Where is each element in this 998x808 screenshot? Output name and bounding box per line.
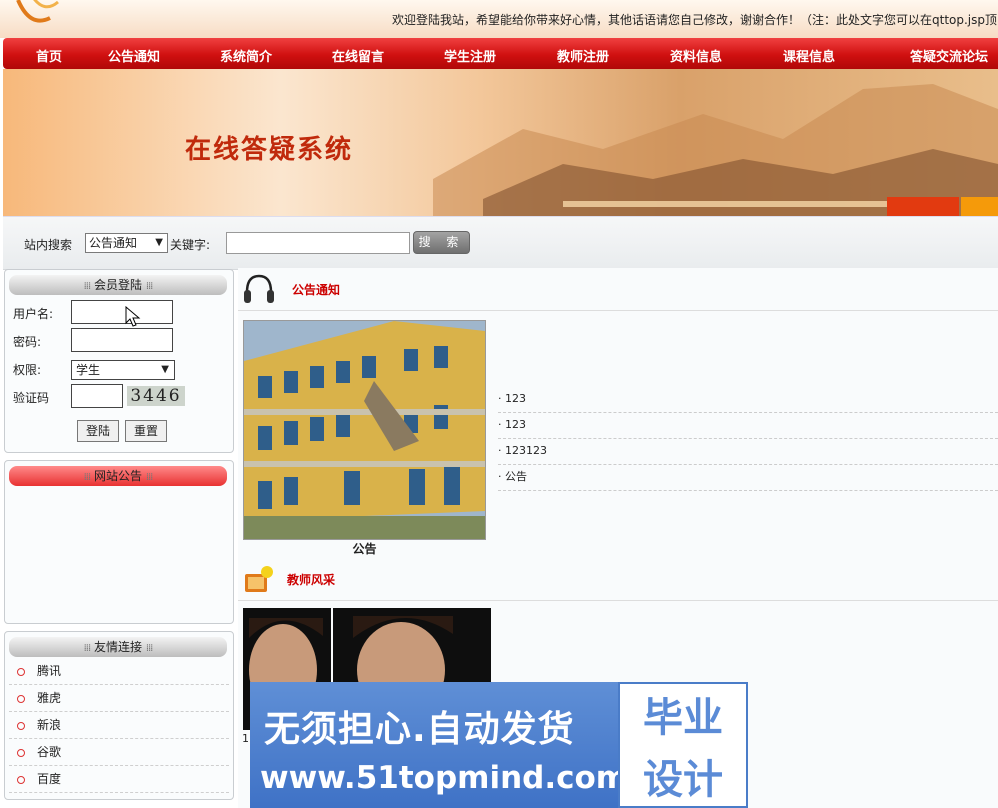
bullet-icon	[17, 694, 25, 703]
role-select-value: 学生	[76, 363, 101, 377]
mouse-cursor-icon	[125, 306, 141, 327]
announcements-panel: ⁞⁞⁞ 网站公告 ⁞⁞⁞	[4, 460, 234, 624]
site-title: 在线答疑系统	[185, 135, 354, 165]
grip-icon: ⁞⁞⁞	[145, 281, 153, 292]
news-item[interactable]: · 123	[498, 412, 998, 439]
news-item[interactable]: · 123123	[498, 438, 998, 465]
password-label: 密码:	[13, 335, 42, 349]
link-label: 雅虎	[37, 691, 62, 705]
search-bar: 站内搜索 公告通知 ▼ 关键字: 搜 索	[3, 216, 998, 270]
watermark-slogan: 无须担心.自动发货	[264, 709, 575, 750]
bullet-icon	[17, 667, 25, 676]
banner: 在线答疑系统	[3, 69, 998, 216]
nav-forum[interactable]: 答疑交流论坛	[910, 46, 988, 65]
news-item[interactable]: · 123	[498, 386, 998, 413]
teachers-title: 教师风采	[287, 573, 336, 587]
login-panel-header: ⁞⁞⁞ 会员登陆 ⁞⁞⁞	[9, 275, 227, 295]
nav-home[interactable]: 首页	[36, 46, 62, 65]
headphones-icon	[244, 274, 274, 303]
login-button[interactable]: 登陆	[77, 420, 119, 442]
link-item[interactable]: 新浪	[9, 712, 229, 739]
link-item[interactable]: 百度	[9, 766, 229, 793]
link-item[interactable]: 谷歌	[9, 739, 229, 766]
welcome-message: 欢迎登陆我站，希望能给你带来好心情，其他话语请您自己修改，谢谢合作！（注：此处文…	[392, 13, 998, 27]
keyword-input[interactable]	[226, 232, 410, 254]
watermark-badge-line1: 毕业	[643, 695, 723, 741]
grip-icon: ⁞⁞⁞	[83, 643, 91, 654]
username-label: 用户名:	[13, 307, 54, 321]
news-item[interactable]: · 公告	[498, 464, 998, 491]
link-label: 百度	[37, 772, 62, 786]
watermark-url: www.51topmind.com	[260, 760, 629, 796]
search-category-value: 公告通知	[89, 236, 138, 250]
role-label: 权限:	[13, 363, 42, 377]
link-label: 腾讯	[37, 664, 62, 678]
watermark-banner: 无须担心.自动发货 www.51topmind.com 毕业 设计	[250, 682, 748, 808]
notice-photo[interactable]	[243, 320, 486, 540]
logo-icon	[16, 0, 59, 23]
role-select[interactable]: 学生 ▼	[71, 360, 175, 380]
teacher-caption: 1	[242, 732, 249, 745]
grip-icon: ⁞⁞⁞	[83, 472, 91, 483]
bullet-icon	[17, 721, 25, 730]
main-nav: 首页 公告通知 系统简介 在线留言 学生注册 教师注册 资料信息 课程信息 答疑…	[3, 38, 998, 69]
login-panel: ⁞⁞⁞ 会员登陆 ⁞⁞⁞ 用户名: 密码: 权限: 学生 ▼ 验证码 3446 …	[4, 269, 234, 453]
search-button[interactable]: 搜 索	[413, 231, 470, 254]
nav-guestbook[interactable]: 在线留言	[332, 46, 384, 65]
nav-about[interactable]: 系统简介	[220, 46, 272, 65]
link-item[interactable]: 腾讯	[9, 658, 229, 685]
nav-teacher-register[interactable]: 教师注册	[557, 46, 609, 65]
grip-icon: ⁞⁞⁞	[145, 643, 153, 654]
top-bar: 欢迎登陆我站，希望能给你带来好心情，其他话语请您自己修改，谢谢合作！（注：此处文…	[0, 0, 998, 38]
link-item[interactable]: 雅虎	[9, 685, 229, 712]
chevron-down-icon: ▼	[161, 364, 169, 375]
keyword-label: 关键字:	[170, 238, 211, 252]
captcha-input[interactable]	[71, 384, 123, 408]
link-label: 谷歌	[37, 745, 62, 759]
notices-header: 公告通知	[238, 268, 998, 311]
nav-courses[interactable]: 课程信息	[783, 46, 835, 65]
bullet-icon	[17, 775, 25, 784]
captcha-label: 验证码	[13, 391, 50, 405]
bullet-icon	[17, 748, 25, 757]
nav-student-register[interactable]: 学生注册	[444, 46, 496, 65]
link-label: 新浪	[37, 718, 62, 732]
teachers-header: 教师风采	[238, 558, 998, 601]
reset-button[interactable]: 重置	[125, 420, 167, 442]
watermark-badge-line2: 设计	[643, 757, 723, 803]
password-input[interactable]	[71, 328, 173, 352]
chevron-down-icon: ▼	[155, 237, 163, 248]
book-icon	[245, 566, 273, 592]
search-category-select[interactable]: 公告通知 ▼	[85, 233, 168, 253]
links-panel-header: ⁞⁞⁞ 友情连接 ⁞⁞⁞	[9, 637, 227, 657]
notice-photo-image	[244, 321, 485, 539]
links-panel-title: 友情连接	[93, 640, 142, 654]
username-input[interactable]	[71, 300, 173, 324]
notices-title: 公告通知	[292, 283, 341, 297]
banner-landscape	[433, 84, 998, 216]
watermark-badge: 毕业 设计	[618, 682, 748, 808]
grip-icon: ⁞⁞⁞	[83, 281, 91, 292]
nav-notices[interactable]: 公告通知	[108, 46, 160, 65]
login-panel-title: 会员登陆	[93, 278, 142, 292]
announcements-panel-header: ⁞⁞⁞ 网站公告 ⁞⁞⁞	[9, 466, 227, 486]
search-label: 站内搜索	[24, 238, 73, 252]
announcements-panel-title: 网站公告	[93, 469, 142, 483]
captcha-image: 3446	[127, 386, 185, 406]
notice-photo-caption: 公告	[352, 542, 377, 556]
links-panel: ⁞⁞⁞ 友情连接 ⁞⁞⁞ 腾讯 雅虎 新浪 谷歌 百度	[4, 631, 234, 800]
grip-icon: ⁞⁞⁞	[145, 472, 153, 483]
nav-materials[interactable]: 资料信息	[670, 46, 722, 65]
